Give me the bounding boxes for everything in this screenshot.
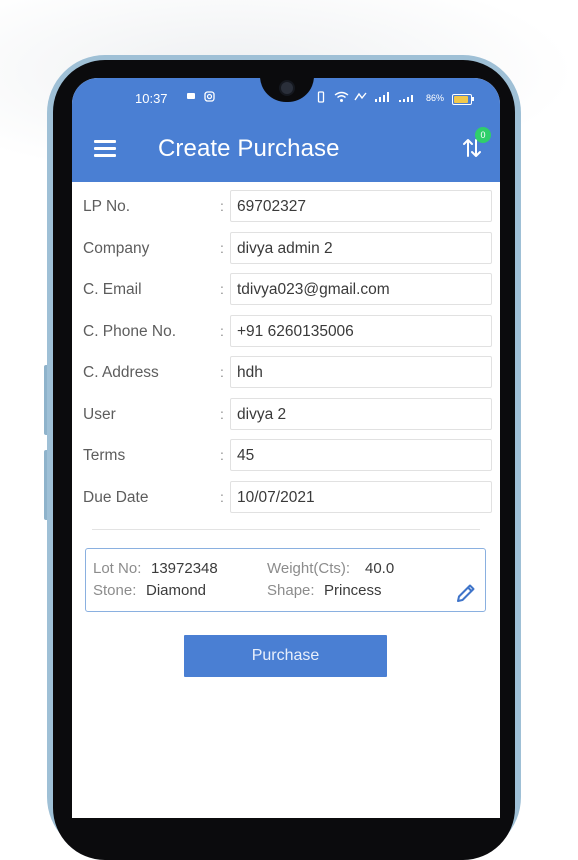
instagram-icon [204, 91, 215, 105]
user-field[interactable]: divya 2 [230, 397, 492, 430]
weight-value: 40.0 [365, 560, 395, 577]
shape-label: Shape: [267, 582, 315, 599]
field-separator: : [220, 447, 224, 463]
field-row-company: Company : divya admin 2 [72, 231, 500, 266]
field-label: Terms [83, 447, 126, 464]
message-icon [186, 91, 196, 104]
field-separator: : [220, 281, 224, 297]
app-bar: 10:37 86% Create Purchase 0 [72, 78, 500, 182]
phone-field[interactable]: +91 6260135006 [230, 314, 492, 347]
status-time: 10:37 [135, 91, 168, 106]
lot-no-value: 13972348 [151, 560, 218, 577]
company-field[interactable]: divya admin 2 [230, 231, 492, 264]
field-label: Company [83, 239, 150, 257]
field-separator: : [220, 239, 224, 256]
menu-icon[interactable] [94, 140, 118, 158]
field-row-address: C. Address : hdh [72, 356, 500, 390]
section-divider [92, 529, 480, 530]
app-screen: 10:37 86% Create Purchase 0 LP No.: 697… [72, 78, 500, 818]
signal-icon [374, 91, 392, 106]
field-separator: : [220, 364, 224, 380]
field-row-user: User : divya 2 [72, 397, 500, 432]
field-label: User [83, 405, 116, 423]
field-row-email: C. Email : tdivya023@gmail.com [72, 273, 500, 307]
battery-percent: 86% [426, 93, 445, 103]
volte-icon [354, 91, 368, 106]
stone-value: Diamond [146, 582, 207, 599]
battery-tip [472, 97, 474, 101]
field-separator: : [220, 405, 224, 422]
camera-icon [281, 82, 293, 94]
vibrate-icon [316, 91, 326, 106]
field-separator: : [220, 198, 224, 214]
address-field[interactable]: hdh [230, 356, 492, 388]
due-date-field[interactable]: 10/07/2021 [230, 480, 492, 513]
field-label: C. Phone No. [83, 322, 177, 340]
battery-level-fill [454, 96, 468, 103]
lp-no-field[interactable]: 69702327 [230, 190, 492, 222]
field-row-phone: C. Phone No. : +91 6260135006 [72, 314, 500, 349]
field-row-due-date: Due Date : 10/07/2021 [72, 480, 500, 515]
field-label: Due Date [83, 488, 149, 506]
email-field[interactable]: tdivya023@gmail.com [230, 273, 492, 305]
battery-icon [452, 94, 472, 105]
wifi-icon [334, 91, 349, 106]
shape-value: Princess [324, 582, 382, 599]
edit-pencil-icon[interactable] [454, 581, 478, 605]
field-row-lp-no: LP No. : 69702327 [72, 190, 500, 224]
terms-field[interactable]: 45 [230, 439, 492, 471]
field-label: LP No. [83, 198, 131, 215]
field-separator: : [220, 322, 224, 339]
weight-label: Weight(Cts): [267, 560, 351, 577]
purchase-button[interactable]: Purchase [184, 635, 387, 677]
field-row-terms: Terms : 45 [72, 439, 500, 473]
field-label: C. Address [83, 364, 159, 381]
field-label: C. Email [83, 281, 142, 298]
lot-no-label: Lot No: [93, 560, 142, 577]
sort-badge: 0 [475, 127, 491, 143]
stone-label: Stone: [93, 582, 137, 599]
signal-icon-secondary [398, 91, 418, 106]
field-separator: : [220, 488, 224, 505]
item-card: Lot No: 13972348 Weight(Cts): 40.0 Stone… [85, 548, 486, 612]
page-title: Create Purchase [158, 135, 340, 162]
